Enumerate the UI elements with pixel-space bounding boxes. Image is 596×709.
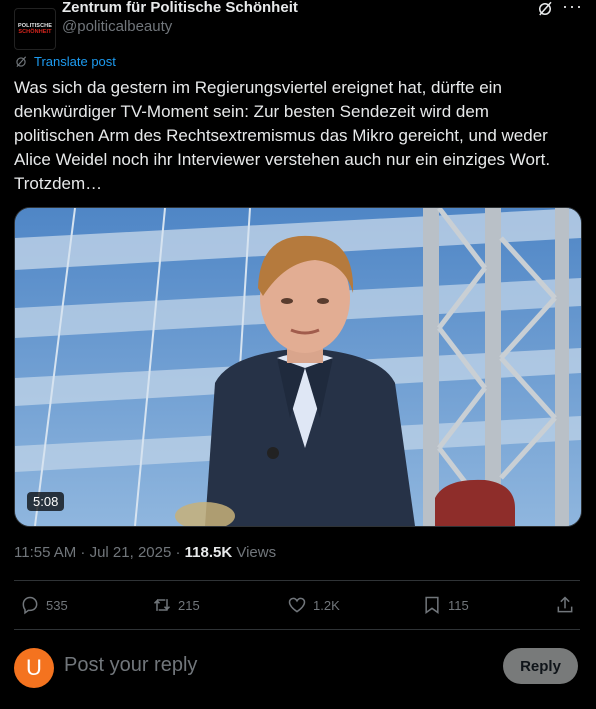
translate-label: Translate post — [34, 54, 116, 69]
views-count: 118.5K — [184, 544, 233, 561]
divider-bottom — [14, 629, 580, 630]
video-frame — [15, 208, 581, 526]
reply-icon — [22, 596, 38, 615]
author-avatar[interactable]: POLITISCHE SCHÖNHEIT — [14, 8, 56, 50]
share-icon — [557, 596, 573, 613]
video-duration: 5:08 — [27, 492, 65, 511]
repost-action[interactable]: 215 — [152, 595, 200, 615]
post-text: Was sich da gestern im Regierungsviertel… — [14, 78, 555, 193]
repost-icon — [153, 599, 171, 611]
divider-top — [14, 580, 580, 581]
share-action[interactable] — [555, 595, 575, 615]
grok-icon[interactable] — [536, 0, 554, 18]
heart-icon — [288, 597, 306, 613]
bookmark-count: 115 — [448, 597, 469, 613]
like-count: 1.2K — [313, 597, 340, 613]
post-meta: 11:55 AM · Jul 21, 2025 · 118.5K Views — [14, 544, 276, 561]
more-options-icon[interactable]: ··· — [562, 0, 583, 17]
avatar-text-bottom: SCHÖNHEIT — [18, 29, 52, 35]
reply-count: 535 — [46, 597, 68, 613]
user-avatar[interactable]: U — [14, 648, 54, 688]
reply-input[interactable]: Post your reply — [64, 654, 197, 677]
reply-action[interactable]: 535 — [20, 595, 68, 615]
post-timestamp[interactable]: 11:55 AM · Jul 21, 2025 · — [14, 544, 185, 561]
reply-button[interactable]: Reply — [503, 648, 578, 684]
like-action[interactable]: 1.2K — [287, 595, 340, 615]
grok-translate-icon — [16, 55, 27, 67]
translate-link[interactable]: Translate post — [14, 54, 116, 69]
video-player[interactable] — [14, 207, 582, 527]
author-name[interactable]: Zentrum für Politische Schönheit — [62, 0, 298, 16]
bookmark-action[interactable]: 115 — [422, 595, 469, 615]
views-label: Views — [232, 544, 277, 561]
repost-count: 215 — [178, 597, 200, 613]
author-handle[interactable]: @politicalbeauty — [62, 18, 172, 35]
bookmark-icon — [425, 596, 439, 614]
